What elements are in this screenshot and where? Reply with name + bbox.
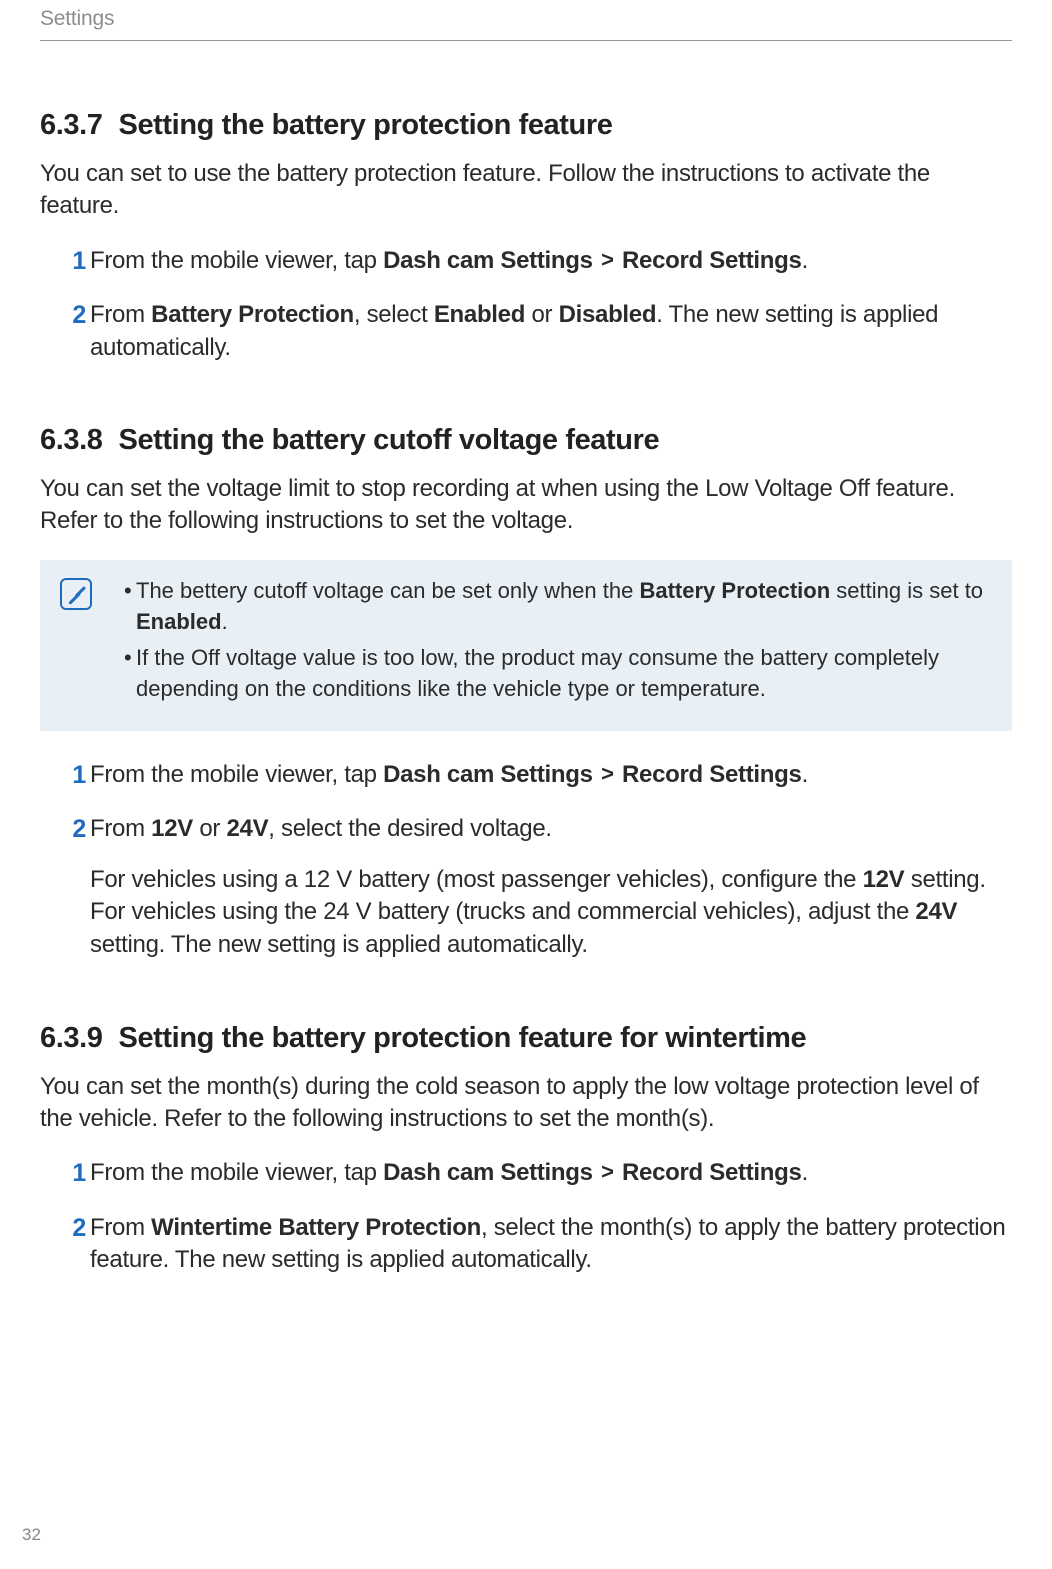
ui-term-bold: 24V (226, 815, 268, 842)
section-intro: You can set the voltage limit to stop re… (40, 473, 1012, 538)
page-header-breadcrumb: Settings (40, 0, 1012, 41)
section-title-text: Setting the battery protection feature f… (119, 1022, 807, 1054)
step-text: From (90, 1214, 151, 1241)
step-list: 1 From the mobile viewer, tap Dash cam S… (40, 245, 1012, 364)
ui-path-bold: Record Settings (622, 247, 802, 274)
section-number: 6.3.7 (40, 109, 103, 142)
note-text: . (222, 609, 228, 634)
ui-term-bold: Enabled (434, 301, 525, 328)
chevron-right-icon: > (601, 247, 614, 272)
step-list: 1 From the mobile viewer, tap Dash cam S… (40, 759, 1012, 962)
section-number: 6.3.8 (40, 424, 103, 457)
note-icon (60, 578, 92, 610)
section-intro: You can set the month(s) during the cold… (40, 1071, 1012, 1136)
step-number: 1 (64, 1157, 86, 1191)
section-title-text: Setting the battery protection feature (119, 109, 613, 141)
ui-term-bold: Enabled (136, 609, 222, 634)
section-heading: 6.3.7 Setting the battery protection feat… (40, 109, 1012, 142)
chevron-right-icon: > (601, 761, 614, 786)
step-text: , select (354, 301, 434, 328)
step-item: 2 From Battery Protection, select Enable… (76, 299, 1012, 364)
step-item: 2 From Wintertime Battery Protection, se… (76, 1212, 1012, 1277)
section-number: 6.3.9 (40, 1022, 103, 1055)
section-638: 6.3.8 Setting the battery cutoff voltage … (40, 424, 1012, 962)
ui-term-bold: 24V (915, 898, 957, 925)
step-text: From the mobile viewer, tap (90, 1159, 383, 1186)
note-item: If the Off voltage value is too low, the… (124, 643, 990, 705)
step-text: From (90, 301, 151, 328)
page-number: 32 (22, 1525, 41, 1545)
ui-term-bold: Disabled (559, 301, 657, 328)
section-639: 6.3.9 Setting the battery protection feat… (40, 1022, 1012, 1277)
step-text: For vehicles using a 12 V battery (most … (90, 866, 863, 893)
step-text: , select the desired voltage. (268, 815, 551, 842)
step-item: 1 From the mobile viewer, tap Dash cam S… (76, 1157, 1012, 1189)
step-text: or (193, 815, 226, 842)
step-text: setting. The new setting is applied auto… (90, 931, 588, 958)
step-item: 1 From the mobile viewer, tap Dash cam S… (76, 759, 1012, 791)
section-intro: You can set to use the battery protectio… (40, 158, 1012, 223)
step-text: From the mobile viewer, tap (90, 247, 383, 274)
step-number: 2 (64, 1212, 86, 1246)
step-number: 1 (64, 759, 86, 793)
ui-term-bold: Battery Protection (639, 578, 830, 603)
step-number: 1 (64, 245, 86, 279)
ui-path-bold: Dash cam Settings (383, 761, 593, 788)
step-item: 1 From the mobile viewer, tap Dash cam S… (76, 245, 1012, 277)
ui-term-bold: Wintertime Battery Protection (151, 1214, 481, 1241)
page: Settings 6.3.7 Setting the battery protec… (0, 0, 1052, 1569)
ui-term-bold: 12V (863, 866, 905, 893)
note-text: setting is set to (830, 578, 983, 603)
step-text: From (90, 815, 151, 842)
section-title-text: Setting the battery cutoff voltage featu… (119, 424, 660, 456)
note-text: The bettery cutoff voltage can be set on… (136, 578, 639, 603)
step-text: From the mobile viewer, tap (90, 761, 383, 788)
ui-path-bold: Record Settings (622, 761, 802, 788)
ui-path-bold: Dash cam Settings (383, 1159, 593, 1186)
step-list: 1 From the mobile viewer, tap Dash cam S… (40, 1157, 1012, 1276)
ui-term-bold: 12V (151, 815, 193, 842)
step-number: 2 (64, 299, 86, 333)
page-content: 6.3.7 Setting the battery protection feat… (40, 41, 1012, 1277)
ui-path-bold: Dash cam Settings (383, 247, 593, 274)
step-item: 2 From 12V or 24V, select the desired vo… (76, 813, 1012, 961)
ui-path-bold: Record Settings (622, 1159, 802, 1186)
chevron-right-icon: > (601, 1159, 614, 1184)
step-text: or (525, 301, 558, 328)
note-text: If the Off voltage value is too low, the… (136, 645, 939, 701)
note-box: The bettery cutoff voltage can be set on… (40, 560, 1012, 731)
step-text: . (802, 761, 808, 788)
note-list: The bettery cutoff voltage can be set on… (62, 576, 990, 705)
step-text: . (802, 247, 808, 274)
section-637: 6.3.7 Setting the battery protection feat… (40, 109, 1012, 364)
step-text: . (802, 1159, 808, 1186)
step-number: 2 (64, 813, 86, 847)
section-heading: 6.3.9 Setting the battery protection feat… (40, 1022, 1012, 1055)
step-subtext: For vehicles using a 12 V battery (most … (90, 864, 1012, 962)
section-heading: 6.3.8 Setting the battery cutoff voltage … (40, 424, 1012, 457)
ui-term-bold: Battery Protection (151, 301, 354, 328)
note-item: The bettery cutoff voltage can be set on… (124, 576, 990, 638)
